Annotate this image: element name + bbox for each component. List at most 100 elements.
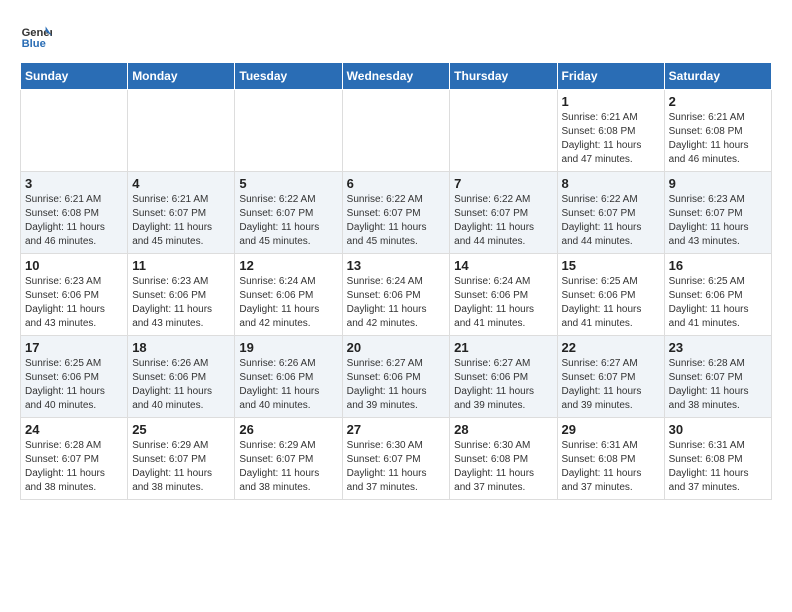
calendar-cell — [21, 90, 128, 172]
day-info: Sunrise: 6:21 AM Sunset: 6:08 PM Dayligh… — [25, 193, 123, 249]
day-info: Sunrise: 6:31 AM Sunset: 6:08 PM Dayligh… — [562, 439, 660, 495]
calendar-cell: 12 Sunrise: 6:24 AM Sunset: 6:06 PM Dayli… — [235, 254, 342, 336]
day-header-tuesday: Tuesday — [235, 63, 342, 90]
day-info: Sunrise: 6:27 AM Sunset: 6:07 PM Dayligh… — [562, 357, 660, 413]
calendar-cell: 8 Sunrise: 6:22 AM Sunset: 6:07 PM Daylig… — [557, 172, 664, 254]
day-number: 4 — [132, 176, 230, 191]
calendar-cell — [450, 90, 557, 172]
day-number: 6 — [347, 176, 446, 191]
day-header-sunday: Sunday — [21, 63, 128, 90]
calendar-cell: 9 Sunrise: 6:23 AM Sunset: 6:07 PM Daylig… — [664, 172, 771, 254]
svg-text:Blue: Blue — [22, 38, 46, 50]
day-number: 22 — [562, 340, 660, 355]
day-info: Sunrise: 6:26 AM Sunset: 6:06 PM Dayligh… — [239, 357, 337, 413]
calendar-cell: 23 Sunrise: 6:28 AM Sunset: 6:07 PM Dayli… — [664, 336, 771, 418]
day-number: 27 — [347, 422, 446, 437]
day-info: Sunrise: 6:21 AM Sunset: 6:08 PM Dayligh… — [562, 111, 660, 167]
day-number: 18 — [132, 340, 230, 355]
day-info: Sunrise: 6:21 AM Sunset: 6:07 PM Dayligh… — [132, 193, 230, 249]
day-info: Sunrise: 6:24 AM Sunset: 6:06 PM Dayligh… — [239, 275, 337, 331]
calendar-cell — [342, 90, 450, 172]
day-number: 29 — [562, 422, 660, 437]
day-number: 1 — [562, 94, 660, 109]
calendar-cell: 13Sunrise: 6:24 AM Sunset: 6:06 PM Dayli… — [342, 254, 450, 336]
calendar-cell: 24 Sunrise: 6:28 AM Sunset: 6:07 PM Dayli… — [21, 418, 128, 500]
calendar-cell: 11 Sunrise: 6:23 AM Sunset: 6:06 PM Dayli… — [128, 254, 235, 336]
day-number: 5 — [239, 176, 337, 191]
calendar-cell: 30 Sunrise: 6:31 AM Sunset: 6:08 PM Dayli… — [664, 418, 771, 500]
day-info: Sunrise: 6:30 AM Sunset: 6:08 PM Dayligh… — [454, 439, 552, 495]
day-info: Sunrise: 6:25 AM Sunset: 6:06 PM Dayligh… — [669, 275, 767, 331]
calendar-cell: 4 Sunrise: 6:21 AM Sunset: 6:07 PM Daylig… — [128, 172, 235, 254]
day-info: Sunrise: 6:23 AM Sunset: 6:06 PM Dayligh… — [132, 275, 230, 331]
day-number: 15 — [562, 258, 660, 273]
day-number: 2 — [669, 94, 767, 109]
calendar-cell: 7 Sunrise: 6:22 AM Sunset: 6:07 PM Daylig… — [450, 172, 557, 254]
day-number: 12 — [239, 258, 337, 273]
calendar-cell: 1 Sunrise: 6:21 AM Sunset: 6:08 PM Daylig… — [557, 90, 664, 172]
calendar-cell: 17Sunrise: 6:25 AM Sunset: 6:06 PM Dayli… — [21, 336, 128, 418]
day-info: Sunrise: 6:22 AM Sunset: 6:07 PM Dayligh… — [562, 193, 660, 249]
day-info: Sunrise: 6:21 AM Sunset: 6:08 PM Dayligh… — [669, 111, 767, 167]
logo: General Blue — [20, 20, 52, 52]
day-info: Sunrise: 6:28 AM Sunset: 6:07 PM Dayligh… — [669, 357, 767, 413]
day-header-thursday: Thursday — [450, 63, 557, 90]
calendar-body: 1 Sunrise: 6:21 AM Sunset: 6:08 PM Daylig… — [21, 90, 772, 500]
calendar-cell: 26 Sunrise: 6:29 AM Sunset: 6:07 PM Dayli… — [235, 418, 342, 500]
calendar-cell — [235, 90, 342, 172]
day-number: 21 — [454, 340, 552, 355]
calendar-cell: 15 Sunrise: 6:25 AM Sunset: 6:06 PM Dayli… — [557, 254, 664, 336]
day-info: Sunrise: 6:27 AM Sunset: 6:06 PM Dayligh… — [347, 357, 446, 413]
page-header: General Blue — [20, 20, 772, 52]
day-number: 24 — [25, 422, 123, 437]
calendar-cell: 28 Sunrise: 6:30 AM Sunset: 6:08 PM Dayli… — [450, 418, 557, 500]
day-info: Sunrise: 6:29 AM Sunset: 6:07 PM Dayligh… — [239, 439, 337, 495]
calendar-table: SundayMondayTuesdayWednesdayThursdayFrid… — [20, 62, 772, 500]
day-number: 28 — [454, 422, 552, 437]
day-header-saturday: Saturday — [664, 63, 771, 90]
calendar-cell: 5 Sunrise: 6:22 AM Sunset: 6:07 PM Daylig… — [235, 172, 342, 254]
calendar-cell: 21 Sunrise: 6:27 AM Sunset: 6:06 PM Dayli… — [450, 336, 557, 418]
day-info: Sunrise: 6:28 AM Sunset: 6:07 PM Dayligh… — [25, 439, 123, 495]
day-info: Sunrise: 6:25 AM Sunset: 6:06 PM Dayligh… — [562, 275, 660, 331]
calendar-cell: 14 Sunrise: 6:24 AM Sunset: 6:06 PM Dayli… — [450, 254, 557, 336]
day-number: 3 — [25, 176, 123, 191]
day-info: Sunrise: 6:24 AM Sunset: 6:06 PM Dayligh… — [454, 275, 552, 331]
day-info: Sunrise: 6:23 AM Sunset: 6:06 PM Dayligh… — [25, 275, 123, 331]
day-number: 25 — [132, 422, 230, 437]
day-number: 30 — [669, 422, 767, 437]
day-info: Sunrise: 6:25 AM Sunset: 6:06 PM Dayligh… — [25, 357, 123, 413]
day-header-monday: Monday — [128, 63, 235, 90]
day-number: 7 — [454, 176, 552, 191]
calendar-cell: 2 Sunrise: 6:21 AM Sunset: 6:08 PM Daylig… — [664, 90, 771, 172]
day-number: 10 — [25, 258, 123, 273]
day-number: 8 — [562, 176, 660, 191]
day-info: Sunrise: 6:27 AM Sunset: 6:06 PM Dayligh… — [454, 357, 552, 413]
calendar-cell — [128, 90, 235, 172]
day-info: Sunrise: 6:22 AM Sunset: 6:07 PM Dayligh… — [239, 193, 337, 249]
day-number: 20 — [347, 340, 446, 355]
calendar-cell: 29 Sunrise: 6:31 AM Sunset: 6:08 PM Dayli… — [557, 418, 664, 500]
calendar-cell: 20 Sunrise: 6:27 AM Sunset: 6:06 PM Dayli… — [342, 336, 450, 418]
day-header-wednesday: Wednesday — [342, 63, 450, 90]
logo-icon: General Blue — [20, 20, 52, 52]
day-info: Sunrise: 6:22 AM Sunset: 6:07 PM Dayligh… — [454, 193, 552, 249]
calendar-cell: 16 Sunrise: 6:25 AM Sunset: 6:06 PM Dayli… — [664, 254, 771, 336]
day-number: 14 — [454, 258, 552, 273]
calendar-header: SundayMondayTuesdayWednesdayThursdayFrid… — [21, 63, 772, 90]
day-number: 26 — [239, 422, 337, 437]
day-info: Sunrise: 6:30 AM Sunset: 6:07 PM Dayligh… — [347, 439, 446, 495]
day-info: Sunrise: 6:23 AM Sunset: 6:07 PM Dayligh… — [669, 193, 767, 249]
day-info: Sunrise: 6:31 AM Sunset: 6:08 PM Dayligh… — [669, 439, 767, 495]
day-number: 19 — [239, 340, 337, 355]
day-number: 11 — [132, 258, 230, 273]
day-info: Sunrise: 6:26 AM Sunset: 6:06 PM Dayligh… — [132, 357, 230, 413]
day-number: 16 — [669, 258, 767, 273]
calendar-cell: 3 Sunrise: 6:21 AM Sunset: 6:08 PM Daylig… — [21, 172, 128, 254]
day-number: 23 — [669, 340, 767, 355]
day-info: Sunrise: 6:22 AM Sunset: 6:07 PM Dayligh… — [347, 193, 446, 249]
day-header-friday: Friday — [557, 63, 664, 90]
svg-text:General: General — [22, 27, 52, 39]
day-number: 9 — [669, 176, 767, 191]
day-info: Sunrise: 6:24 AM Sunset: 6:06 PM Dayligh… — [347, 275, 446, 331]
